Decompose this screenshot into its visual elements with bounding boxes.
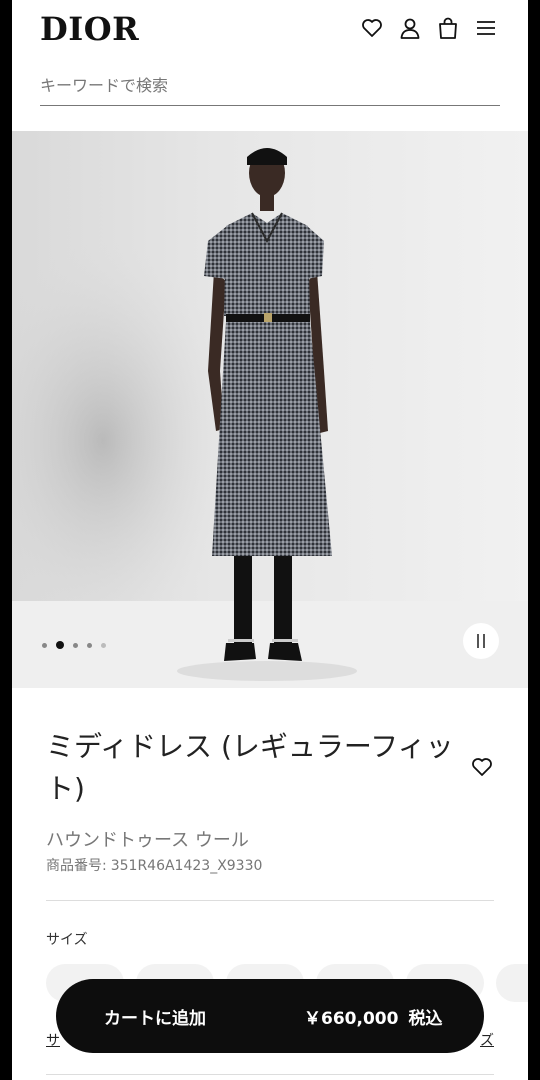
divider — [46, 1074, 494, 1075]
carousel-dot[interactable] — [101, 642, 106, 648]
dior-logo[interactable]: DIOR — [40, 10, 139, 48]
wishlist-heart-icon[interactable] — [470, 755, 494, 779]
product-sku: 商品番号: 351R46A1423_X9330 — [46, 855, 266, 875]
carousel-dot-active[interactable] — [56, 641, 64, 649]
pause-icon — [477, 634, 479, 648]
sku-label: 商品番号: — [46, 858, 107, 874]
carousel-dots — [42, 641, 106, 649]
divider — [46, 900, 494, 901]
product-image[interactable] — [12, 131, 528, 688]
carousel-dot[interactable] — [87, 642, 92, 648]
product-subtitle: ハウンドトゥース ウール — [46, 830, 249, 851]
size-guide-link-right[interactable]: ズ — [480, 1030, 494, 1050]
shopping-bag-icon[interactable] — [436, 16, 460, 40]
size-label: サイズ — [46, 932, 88, 948]
heart-icon[interactable] — [360, 16, 384, 40]
size-option[interactable] — [496, 964, 528, 1002]
price-value: ￥660,000 — [304, 1008, 399, 1029]
product-title: ミディドレス (レギュラーフィット) — [46, 730, 454, 805]
size-guide-link-left[interactable]: サ — [46, 1030, 60, 1050]
search-input[interactable]: キーワードで検索 — [40, 70, 500, 106]
add-to-cart-label: カートに追加 — [104, 1008, 206, 1029]
pause-icon — [483, 634, 485, 648]
menu-icon[interactable] — [474, 16, 498, 40]
sku-value: 351R46A1423_X9330 — [110, 858, 263, 874]
model-figure — [12, 148, 528, 688]
carousel-dot[interactable] — [42, 642, 47, 648]
header-icons — [360, 16, 498, 40]
tax-label: 税込 — [408, 1008, 443, 1029]
pause-button[interactable] — [463, 623, 499, 659]
cart-price: ￥660,000 税込 — [304, 1004, 442, 1029]
user-icon[interactable] — [398, 16, 422, 40]
product-page: DIOR キーワードで検索 ミディドレス (レギュラーフィット) ハウンドトゥー… — [12, 0, 528, 1080]
header: DIOR — [12, 0, 528, 60]
add-to-cart-button[interactable]: カートに追加 ￥660,000 税込 — [56, 979, 484, 1053]
search-placeholder: キーワードで検索 — [40, 76, 169, 95]
carousel-dot[interactable] — [73, 642, 78, 648]
